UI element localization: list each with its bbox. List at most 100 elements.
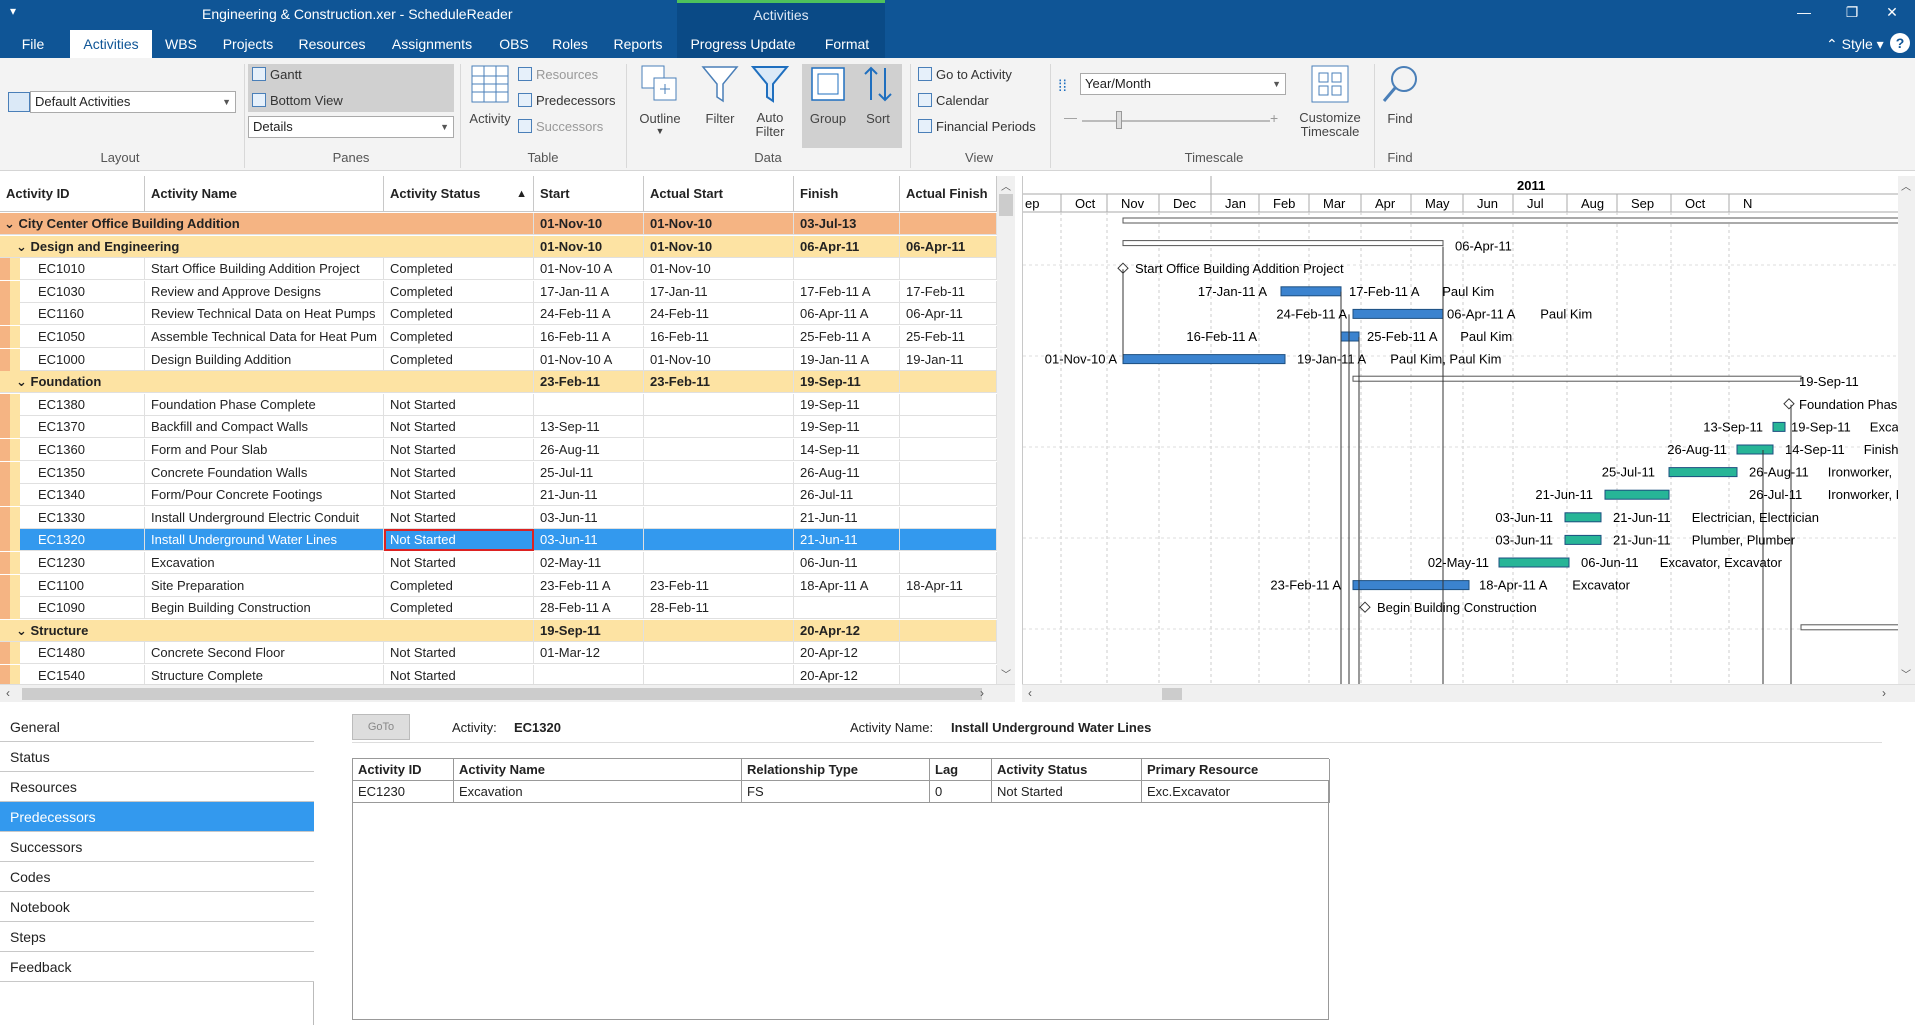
chevron-right-icon[interactable]: › bbox=[1882, 686, 1886, 700]
quick-access-menu-icon[interactable]: ▾ bbox=[10, 4, 16, 18]
table-cell[interactable]: 01-Nov-10 bbox=[644, 258, 794, 281]
table-cell[interactable] bbox=[900, 439, 997, 461]
table-cell[interactable]: Backfill and Compact Walls bbox=[145, 416, 384, 439]
tab-resources[interactable]: Resources bbox=[292, 30, 372, 58]
outline-button[interactable]: Outline ▼ bbox=[634, 64, 686, 136]
table-cell[interactable]: Not Started bbox=[384, 416, 534, 439]
table-cell[interactable]: Completed bbox=[384, 280, 534, 303]
table-cell[interactable]: 06-Jun-11 bbox=[794, 552, 900, 574]
table-cell[interactable]: Not Started bbox=[384, 665, 534, 684]
table-cell[interactable] bbox=[644, 416, 794, 439]
table-cell[interactable]: Excavation bbox=[454, 781, 742, 803]
table-cell[interactable] bbox=[644, 665, 794, 684]
table-cell[interactable]: EC1340 bbox=[0, 484, 145, 507]
table-row[interactable]: EC1100 Site Preparation Completed 23-Feb-11… bbox=[0, 574, 997, 597]
chevron-up-icon[interactable]: ︿ bbox=[1901, 178, 1911, 193]
go-to-activity-button[interactable]: Go to Activity bbox=[918, 65, 1012, 85]
table-cell[interactable]: Not Started bbox=[384, 506, 534, 529]
collapse-chevron-icon[interactable]: ⌄ bbox=[16, 239, 31, 254]
table-cell[interactable]: EC1090 bbox=[0, 597, 145, 620]
table-cell[interactable]: Install Underground Water Lines bbox=[145, 529, 384, 552]
minimize-icon[interactable]: — bbox=[1792, 4, 1816, 20]
table-cell[interactable]: Completed bbox=[384, 303, 534, 326]
group-button[interactable]: Group bbox=[804, 64, 852, 126]
calendar-button[interactable]: Calendar bbox=[918, 91, 989, 111]
tab-codes[interactable]: Codes bbox=[0, 862, 314, 892]
table-cell[interactable]: 14-Sep-11 bbox=[794, 439, 900, 461]
sort-button[interactable]: Sort bbox=[854, 64, 902, 126]
bottom-view-button[interactable]: Bottom View bbox=[252, 91, 343, 111]
table-cell[interactable]: 18-Apr-11 bbox=[900, 574, 997, 597]
collapse-chevron-icon[interactable]: ⌄ bbox=[16, 623, 31, 638]
table-cell[interactable] bbox=[900, 461, 997, 484]
table-cell[interactable]: 01-Mar-12 bbox=[534, 642, 644, 665]
table-cell[interactable]: Review Technical Data on Heat Pumps bbox=[145, 303, 384, 326]
tab-general[interactable]: General bbox=[0, 712, 314, 742]
table-cell[interactable]: Not Started bbox=[384, 393, 534, 416]
chevron-left-icon[interactable]: ‹ bbox=[1028, 686, 1032, 700]
table-cell[interactable] bbox=[794, 258, 900, 281]
table-cell[interactable]: 02-May-11 bbox=[534, 552, 644, 574]
table-cell[interactable]: 26-Jul-11 bbox=[794, 484, 900, 507]
table-cell[interactable]: 19-Jan-11 A bbox=[794, 348, 900, 371]
tab-feedback[interactable]: Feedback bbox=[0, 952, 314, 982]
column-header-activity-id[interactable]: Activity ID bbox=[353, 759, 454, 781]
table-cell[interactable]: EC1230 bbox=[353, 781, 454, 803]
table-cell[interactable]: EC1100 bbox=[0, 574, 145, 597]
table-cell[interactable]: 03-Jun-11 bbox=[534, 506, 644, 529]
style-dropdown[interactable]: ⌃ Style ▾ bbox=[1826, 36, 1884, 53]
column-header-activity-name[interactable]: Activity Name bbox=[145, 176, 384, 212]
wbs-group-row[interactable]: ⌄ City Center Office Building Addition 01… bbox=[0, 213, 997, 235]
column-header-activity-name[interactable]: Activity Name bbox=[454, 759, 742, 781]
tab-successors[interactable]: Successors bbox=[0, 832, 314, 862]
table-cell[interactable]: Begin Building Construction bbox=[145, 597, 384, 620]
table-cell[interactable]: Not Started bbox=[384, 642, 534, 665]
table-cell[interactable]: 23-Feb-11 A bbox=[534, 574, 644, 597]
table-cell[interactable]: Completed bbox=[384, 326, 534, 348]
table-cell[interactable] bbox=[900, 213, 997, 235]
table-row[interactable]: EC1050 Assemble Technical Data for Heat P… bbox=[0, 326, 997, 348]
resources-button[interactable]: Resources bbox=[518, 65, 598, 85]
table-cell[interactable]: 23-Feb-11 bbox=[644, 371, 794, 394]
scroll-thumb[interactable] bbox=[999, 194, 1013, 216]
table-cell[interactable]: 01-Nov-10 A bbox=[534, 258, 644, 281]
column-header-activity-status[interactable]: Activity Status ▲ bbox=[384, 176, 534, 212]
table-cell[interactable]: Completed bbox=[384, 348, 534, 371]
table-cell[interactable]: 17-Jan-11 bbox=[644, 280, 794, 303]
table-cell[interactable]: 21-Jun-11 bbox=[534, 484, 644, 507]
tab-resources[interactable]: Resources bbox=[0, 772, 314, 802]
table-cell[interactable] bbox=[900, 416, 997, 439]
table-cell[interactable]: 13-Sep-11 bbox=[534, 416, 644, 439]
table-cell[interactable]: FS bbox=[742, 781, 930, 803]
table-cell[interactable]: EC1540 bbox=[0, 665, 145, 684]
grid-horizontal-scrollbar[interactable]: ‹ › bbox=[0, 684, 1015, 702]
customize-timescale-button[interactable]: Customize Timescale bbox=[1290, 64, 1370, 139]
table-cell[interactable]: 20-Apr-12 bbox=[794, 665, 900, 684]
table-cell[interactable]: Exc.Excavator bbox=[1142, 781, 1330, 803]
tab-format[interactable]: Format bbox=[809, 30, 885, 58]
table-cell[interactable]: 23-Feb-11 bbox=[644, 574, 794, 597]
tab-steps[interactable]: Steps bbox=[0, 922, 314, 952]
collapse-chevron-icon[interactable]: ⌄ bbox=[16, 374, 31, 389]
table-row[interactable]: EC1340 Form/Pour Concrete Footings Not Sta… bbox=[0, 484, 997, 507]
table-cell[interactable]: EC1480 bbox=[0, 642, 145, 665]
table-row[interactable]: EC1370 Backfill and Compact Walls Not Star… bbox=[0, 416, 997, 439]
timescale-slider-thumb[interactable] bbox=[1116, 111, 1122, 129]
table-cell[interactable] bbox=[900, 665, 997, 684]
table-cell[interactable]: 19-Sep-11 bbox=[534, 619, 644, 642]
table-cell[interactable]: 16-Feb-11 bbox=[644, 326, 794, 348]
predecessors-button[interactable]: Predecessors bbox=[518, 91, 615, 111]
table-cell[interactable]: EC1380 bbox=[0, 393, 145, 416]
table-cell[interactable]: 17-Jan-11 A bbox=[534, 280, 644, 303]
table-cell[interactable] bbox=[644, 393, 794, 416]
table-cell[interactable]: 25-Jul-11 bbox=[534, 461, 644, 484]
table-cell[interactable]: Form/Pour Concrete Footings bbox=[145, 484, 384, 507]
restore-icon[interactable]: ❐ bbox=[1840, 4, 1864, 21]
group-name-cell[interactable]: ⌄ Foundation bbox=[0, 371, 534, 394]
tab-activities[interactable]: Activities bbox=[70, 30, 152, 58]
table-cell[interactable] bbox=[900, 393, 997, 416]
gantt-vertical-scrollbar[interactable]: ︿ ﹀ bbox=[1898, 176, 1915, 684]
table-row[interactable]: EC1160 Review Technical Data on Heat Pump… bbox=[0, 303, 997, 326]
grid-vertical-scrollbar[interactable]: ︿ ﹀ bbox=[997, 176, 1015, 684]
table-row[interactable]: EC1010 Start Office Building Addition Pro… bbox=[0, 258, 997, 281]
